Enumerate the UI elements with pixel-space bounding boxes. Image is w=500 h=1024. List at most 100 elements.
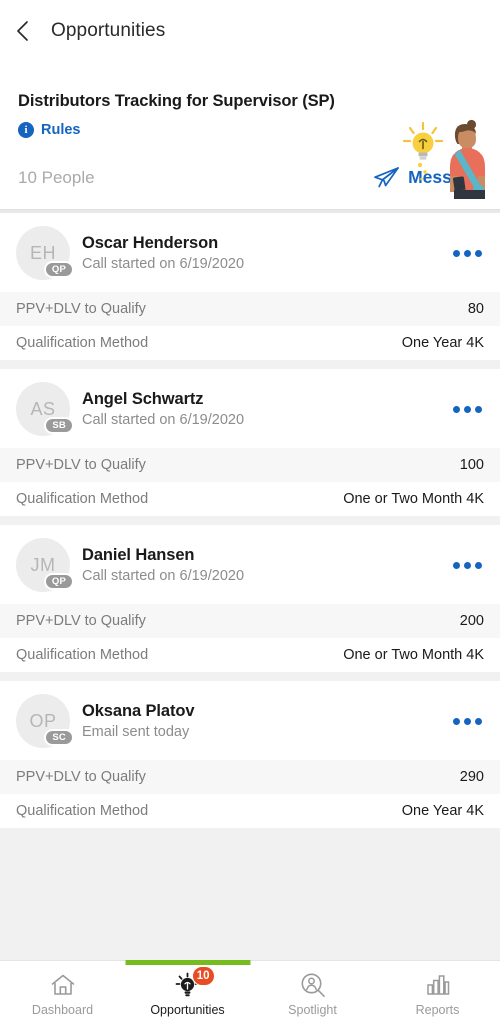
detail-row: Qualification Method One or Two Month 4K [0,482,500,516]
person-row[interactable]: JM QP Daniel Hansen Call started on 6/19… [0,525,500,604]
more-horizontal-icon [453,561,460,569]
person-name: Angel Schwartz [82,390,204,408]
bar-chart-icon [426,975,449,995]
tab-label: Opportunities [150,1003,225,1017]
person-name: Oksana Platov [82,702,195,720]
list-item[interactable]: OP SC Oksana Platov Email sent today PPV… [0,681,500,828]
detail-row: PPV+DLV to Qualify 80 [0,292,500,326]
person-row[interactable]: EH QP Oscar Henderson Call started on 6/… [0,213,500,292]
back-button[interactable] [16,16,42,46]
more-options-button[interactable] [443,708,484,735]
more-horizontal-icon [453,405,460,413]
person-status: Call started on 6/19/2020 [82,256,245,272]
avatar: EH QP [16,226,74,280]
more-horizontal-icon [464,561,471,569]
person-name: Daniel Hansen [82,546,195,564]
detail-row: Qualification Method One Year 4K [0,794,500,828]
bottom-tab-bar: Dashboard 10 Opportunities Spotlight Rep… [0,960,500,1024]
person-search-icon [301,973,325,998]
more-horizontal-icon [464,717,471,725]
tab-icon-wrap: 10 [174,966,215,999]
message-button[interactable]: Message [371,164,484,191]
detail-key: PPV+DLV to Qualify [16,301,146,317]
list-item[interactable]: JM QP Daniel Hansen Call started on 6/19… [0,525,500,672]
avatar: OP SC [16,694,74,748]
detail-key: Qualification Method [16,335,149,351]
detail-key: PPV+DLV to Qualify [16,457,146,473]
person-text: Daniel Hansen Call started on 6/19/2020 [82,546,443,584]
detail-value: One or Two Month 4K [343,647,484,663]
home-icon [51,974,74,995]
tab-icon-wrap [50,971,76,999]
chevron-left-icon [17,21,28,41]
paper-plane-icon [374,167,399,188]
tab-icon-wrap [425,971,451,999]
detail-key: PPV+DLV to Qualify [16,613,146,629]
more-horizontal-icon [475,405,482,413]
status-badge: QP [43,261,74,278]
people-summary-row: 10 People Message [18,164,484,191]
detail-key: Qualification Method [16,491,149,507]
tab-label: Reports [415,1003,460,1017]
rules-label: Rules [41,122,81,138]
program-title: Distributors Tracking for Supervisor (SP… [18,92,335,110]
message-label: Message [408,167,482,187]
more-options-button[interactable] [443,552,484,579]
detail-value: One or Two Month 4K [343,491,484,507]
status-badge: SC [44,729,74,746]
more-horizontal-icon [453,249,460,257]
more-horizontal-icon [475,717,482,725]
more-horizontal-icon [464,249,471,257]
detail-row: Qualification Method One or Two Month 4K [0,638,500,672]
more-horizontal-icon [453,717,460,725]
detail-value: 200 [459,613,484,629]
tab-label: Dashboard [31,1003,94,1017]
tab-dashboard[interactable]: Dashboard [0,961,125,1024]
detail-key: PPV+DLV to Qualify [16,769,146,785]
detail-key: Qualification Method [16,803,149,819]
program-header: Distributors Tracking for Supervisor (SP… [0,62,500,209]
list-item[interactable]: AS SB Angel Schwartz Call started on 6/1… [0,369,500,516]
avatar: AS SB [16,382,74,436]
detail-value: One Year 4K [401,803,484,819]
detail-row: PPV+DLV to Qualify 290 [0,760,500,794]
tab-reports[interactable]: Reports [375,961,500,1024]
list-item[interactable]: EH QP Oscar Henderson Call started on 6/… [0,213,500,360]
more-horizontal-icon [475,561,482,569]
person-text: Angel Schwartz Call started on 6/19/2020 [82,390,443,428]
person-name: Oscar Henderson [82,234,219,252]
status-badge: SB [44,417,74,434]
detail-value: 290 [459,769,484,785]
more-horizontal-icon [475,249,482,257]
tab-label: Spotlight [288,1003,337,1017]
navigation-bar: Opportunities [0,0,500,62]
more-options-button[interactable] [443,240,484,267]
person-status: Call started on 6/19/2020 [82,568,245,584]
tab-icon-wrap [300,971,326,999]
notification-badge: 10 [191,966,215,986]
detail-row: PPV+DLV to Qualify 100 [0,448,500,482]
avatar: JM QP [16,538,74,592]
people-count: 10 People [18,167,95,187]
person-row[interactable]: OP SC Oksana Platov Email sent today [0,681,500,760]
app-root: Opportunities Distributors Tracking for … [0,0,500,1024]
status-badge: QP [43,573,74,590]
tab-spotlight[interactable]: Spotlight [250,961,375,1024]
detail-row: Qualification Method One Year 4K [0,326,500,360]
tab-opportunities[interactable]: 10 Opportunities [125,960,250,1024]
detail-value: One Year 4K [401,335,484,351]
more-options-button[interactable] [443,396,484,423]
more-horizontal-icon [464,405,471,413]
detail-row: PPV+DLV to Qualify 200 [0,604,500,638]
person-text: Oscar Henderson Call started on 6/19/202… [82,234,443,272]
people-list: EH QP Oscar Henderson Call started on 6/… [0,213,500,960]
rules-link[interactable]: i Rules [18,122,81,138]
detail-value: 100 [459,457,484,473]
person-text: Oksana Platov Email sent today [82,702,443,740]
person-status: Email sent today [82,724,190,740]
detail-value: 80 [467,301,484,317]
detail-key: Qualification Method [16,647,149,663]
page-title: Opportunities [51,20,166,41]
person-row[interactable]: AS SB Angel Schwartz Call started on 6/1… [0,369,500,448]
info-icon: i [18,122,34,138]
